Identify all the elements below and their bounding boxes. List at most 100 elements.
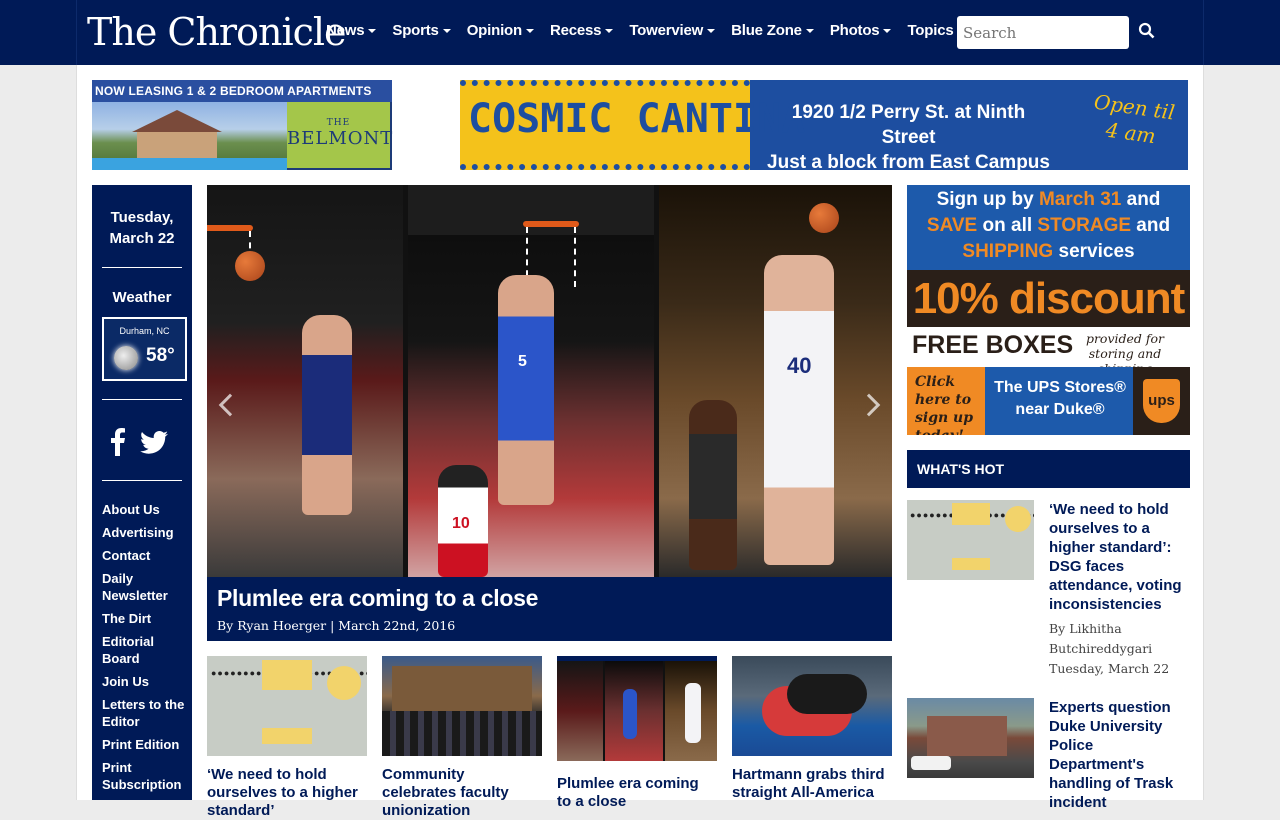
belmont-ad-photo (92, 102, 287, 170)
player-figure (302, 315, 352, 515)
divider (102, 399, 182, 400)
story-card[interactable]: Plumlee era coming to a close (557, 656, 717, 811)
player-figure (764, 255, 834, 565)
current-day: Tuesday, (110, 209, 174, 226)
divider (102, 267, 182, 268)
current-date: Tuesday, March 22 (92, 207, 192, 249)
building-photo (392, 666, 532, 716)
opponent-jersey-number: 10 (452, 515, 470, 532)
nav-photos[interactable]: Photos (830, 22, 892, 39)
sidebar-link-the-dirt[interactable]: The Dirt (102, 610, 187, 627)
hot-item-text: Experts question Duke University Police … (1049, 698, 1192, 812)
story-thumbnail[interactable] (732, 656, 892, 756)
search-input[interactable] (957, 16, 1129, 49)
featured-story-caption[interactable]: Plumlee era coming to a close By Ryan Ho… (207, 577, 892, 641)
feature-photo-panel-1 (207, 185, 403, 577)
story-headline[interactable]: Hartmann grabs third straight All-Americ… (732, 766, 892, 802)
facebook-icon[interactable] (110, 428, 126, 456)
nav-opinion-label: Opinion (466, 22, 522, 39)
ups-ad-text: on all (977, 215, 1038, 236)
social-links (110, 427, 168, 457)
cantina-address-line-1: 1920 1/2 Perry St. at Ninth Street (791, 102, 1026, 148)
sidebar-link-advertising[interactable]: Advertising (102, 524, 187, 541)
chevron-down-icon (883, 29, 892, 34)
nav-recess-label: Recess (549, 22, 602, 39)
ups-store-ad[interactable]: Sign up by March 31 and SAVE on all STOR… (907, 185, 1190, 435)
sidebar-link-about-us[interactable]: About Us (102, 501, 187, 518)
ups-ad-highlight: STORAGE (1037, 215, 1132, 236)
twitter-icon[interactable] (140, 430, 168, 454)
sidebar-link-print-subscription[interactable]: Print Subscription (102, 759, 187, 793)
sidebar-link-letters[interactable]: Letters to the Editor (102, 696, 187, 730)
nav-news-label: News (326, 22, 365, 39)
wrestler-figure (787, 674, 867, 714)
nav-sports[interactable]: Sports (392, 22, 451, 39)
story-card[interactable]: Hartmann grabs third straight All-Americ… (732, 656, 892, 802)
weather-city: Durham, NC (119, 326, 170, 336)
infographic-circle (327, 666, 361, 700)
sidebar-link-join-us[interactable]: Join Us (102, 673, 187, 690)
nav-recess[interactable]: Recess (549, 22, 614, 39)
story-headline[interactable]: ‘We need to hold ourselves to a higher s… (207, 766, 367, 820)
hot-item-headline[interactable]: Experts question Duke University Police … (1049, 698, 1192, 812)
hot-item-thumbnail[interactable]: ●●●●●●●●●●●●●●●●●●●●●●●●●●●●●●●●●● (907, 500, 1034, 580)
building-photo (927, 716, 1007, 756)
hot-item-headline[interactable]: ‘We need to hold ourselves to a higher s… (1049, 500, 1192, 614)
whats-hot-header: WHAT'S HOT (907, 450, 1190, 488)
ups-ad-highlight: SAVE (926, 215, 978, 236)
story-card[interactable]: ●●●●●●●●●●●●●●●●●●●●●●●●●●●●●●●●●●●●●●●●… (207, 656, 367, 820)
hot-item-meta: By Likhitha Butchireddygari Tuesday, Mar… (1049, 619, 1192, 679)
basketball (809, 203, 839, 233)
people-pictogram: ●●●●●●●●●●●●●●●●●●●●●●●●●●●●●●●●●●●●●●●●… (211, 668, 367, 678)
sidebar-link-contact[interactable]: Contact (102, 547, 187, 564)
sidebar-link-editorial-board[interactable]: Editorial Board (102, 633, 187, 667)
nav-topics[interactable]: Topics (907, 22, 953, 39)
chevron-down-icon (707, 29, 716, 34)
ups-ad-highlight: SHIPPING (962, 241, 1054, 262)
hot-item-thumbnail[interactable] (907, 698, 1034, 778)
sidebar-links: About Us Advertising Contact Daily Newsl… (102, 501, 187, 799)
nav-opinion[interactable]: Opinion (467, 22, 534, 39)
hot-item-author[interactable]: By Likhitha Butchireddygari (1049, 619, 1192, 659)
story-thumbnail[interactable] (382, 656, 542, 756)
basketball (235, 251, 265, 281)
nav-blue-zone[interactable]: Blue Zone (731, 22, 814, 39)
infographic-callout (262, 660, 312, 690)
sidebar-link-print-edition[interactable]: Print Edition (102, 736, 187, 753)
infographic-callout (952, 558, 990, 570)
divider (102, 480, 182, 481)
cantina-address-line-2: Just a block from East Campus (767, 152, 1050, 170)
featured-story-image[interactable]: 5 10 40 (207, 185, 892, 577)
nav-news[interactable]: News (326, 22, 377, 39)
chevron-down-icon (525, 29, 534, 34)
sidebar-link-daily-newsletter[interactable]: Daily Newsletter (102, 570, 187, 604)
belmont-logo[interactable]: THE BELMONT (287, 102, 392, 168)
story-headline[interactable]: Plumlee era coming to a close (557, 775, 717, 811)
featured-story-title[interactable]: Plumlee era coming to a close (217, 585, 538, 612)
infographic-circle (1005, 506, 1031, 532)
story-card[interactable]: Community celebrates faculty unionizatio… (382, 656, 542, 820)
cosmic-cantina-ad[interactable]: COSMIC CANTINA 1920 1/2 Perry St. at Nin… (460, 80, 1188, 170)
chevron-down-icon (805, 29, 814, 34)
nav-photos-label: Photos (829, 22, 880, 39)
infographic-callout (262, 728, 312, 744)
ups-ad-cta[interactable]: Click here to sign up today! (907, 367, 985, 435)
weather-widget[interactable]: Durham, NC 58° (102, 317, 187, 381)
ups-shield-icon: ups (1143, 379, 1180, 423)
left-sidebar: Tuesday, March 22 Weather Durham, NC 58°… (92, 185, 192, 800)
nav-towerview[interactable]: Towerview (629, 22, 716, 39)
weather-temp: 58° (146, 345, 175, 366)
opponent-figure (689, 400, 737, 570)
site-logo[interactable]: The Chronicle (87, 8, 347, 56)
story-headline[interactable]: Community celebrates faculty unionizatio… (382, 766, 542, 820)
story-thumbnail[interactable]: ●●●●●●●●●●●●●●●●●●●●●●●●●●●●●●●●●●●●●●●●… (207, 656, 367, 756)
story-thumbnail[interactable] (557, 661, 717, 761)
cantina-address: 1920 1/2 Perry St. at Ninth Street Just … (766, 100, 1051, 170)
infographic-thumbnail: ●●●●●●●●●●●●●●●●●●●●●●●●●●●●●●●●●●●●●●●●… (207, 656, 367, 756)
hot-item-date: Tuesday, March 22 (1049, 661, 1170, 676)
ups-ad-text: and (1121, 189, 1161, 210)
ups-ad-free-boxes: FREE BOXES (912, 331, 1074, 359)
search-icon[interactable] (1138, 22, 1156, 40)
thumb-panel-1 (557, 661, 603, 761)
ups-ad-line-2: SAVE on all STORAGE and (907, 213, 1190, 239)
